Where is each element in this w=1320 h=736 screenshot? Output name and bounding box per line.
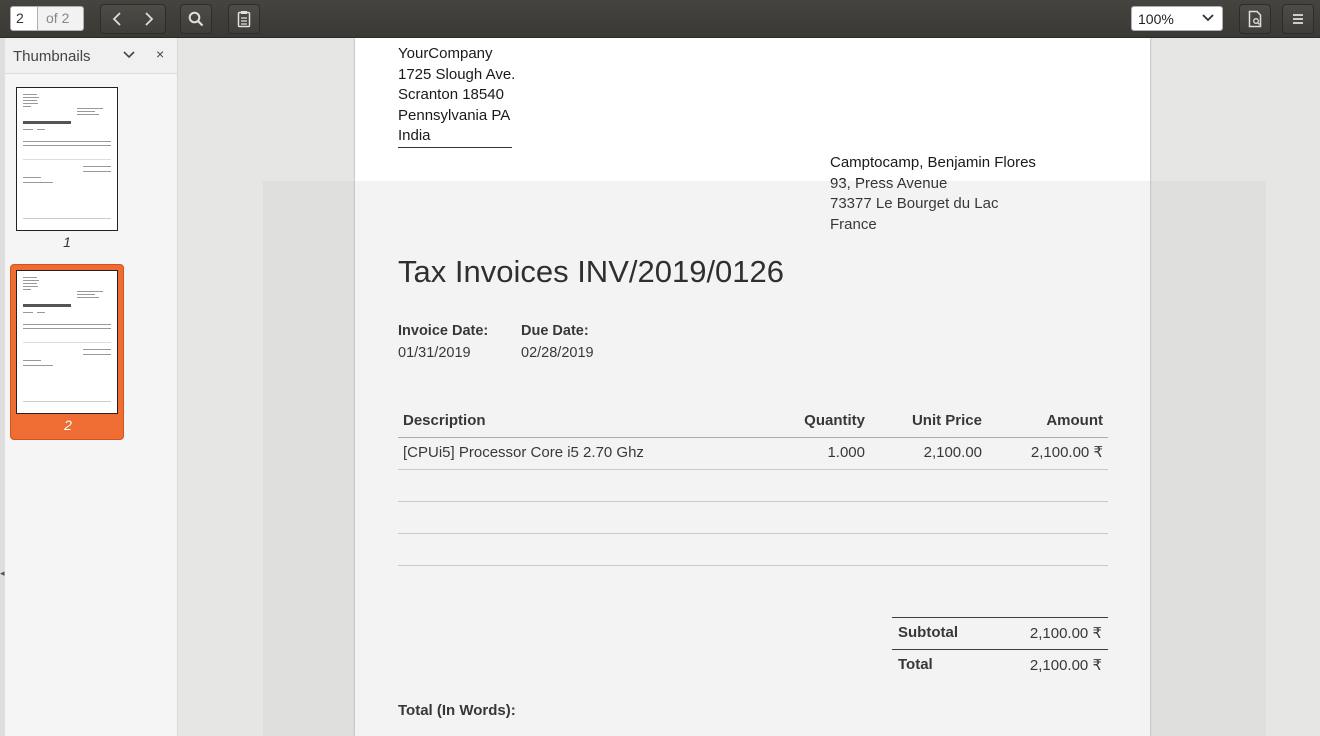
address-underline xyxy=(398,147,512,148)
next-page-button[interactable] xyxy=(133,5,165,33)
annotations-button[interactable] xyxy=(228,4,260,34)
thumbnail-label: 2 xyxy=(64,417,72,433)
chevron-right-icon xyxy=(145,12,154,26)
search-icon xyxy=(188,11,204,27)
page-number-input[interactable]: 2 xyxy=(10,6,38,31)
chevron-left-icon xyxy=(112,12,121,26)
page-count-label: of 2 xyxy=(38,6,84,31)
sidebar-header: Thumbnails × xyxy=(5,38,177,74)
document-viewer[interactable]: YourCompany 1725 Slough Ave. Scranton 18… xyxy=(178,38,1320,736)
annotations-icon xyxy=(237,11,251,28)
zoom-value: 100% xyxy=(1138,11,1174,27)
chevron-down-icon xyxy=(1202,14,1214,22)
hamburger-menu-icon xyxy=(1293,14,1303,24)
customer-name: Camptocamp, Benjamin Flores xyxy=(830,154,1036,171)
menu-button[interactable] xyxy=(1282,4,1314,34)
company-state: Pennsylvania PA xyxy=(398,107,511,124)
sidebar-title: Thumbnails xyxy=(13,48,91,65)
selection-overlay xyxy=(263,181,1266,736)
thumbnail-image xyxy=(16,87,118,231)
resize-handle-icon: ◂ xyxy=(0,568,5,578)
company-country: India xyxy=(398,127,431,144)
company-city: Scranton 18540 xyxy=(398,86,504,103)
thumbnail-page-2[interactable]: 2 xyxy=(10,264,124,440)
chevron-down-icon[interactable] xyxy=(123,48,135,62)
thumbnail-page-1[interactable]: 1 xyxy=(10,86,124,252)
search-button[interactable] xyxy=(180,4,212,34)
previous-page-button[interactable] xyxy=(101,5,133,33)
company-name: YourCompany xyxy=(398,45,493,62)
zoom-select[interactable]: 100% xyxy=(1131,6,1223,31)
thumbnail-image xyxy=(16,270,118,414)
document-properties-icon xyxy=(1248,10,1262,28)
thumbnails-sidebar: Thumbnails × 1 2 xyxy=(5,38,178,736)
close-sidebar-icon[interactable]: × xyxy=(156,46,164,62)
document-properties-button[interactable] xyxy=(1239,4,1271,34)
company-street: 1725 Slough Ave. xyxy=(398,66,516,83)
page-navigation xyxy=(100,4,166,34)
toolbar: 2 of 2 100% xyxy=(0,0,1320,38)
thumbnail-label: 1 xyxy=(63,234,71,250)
